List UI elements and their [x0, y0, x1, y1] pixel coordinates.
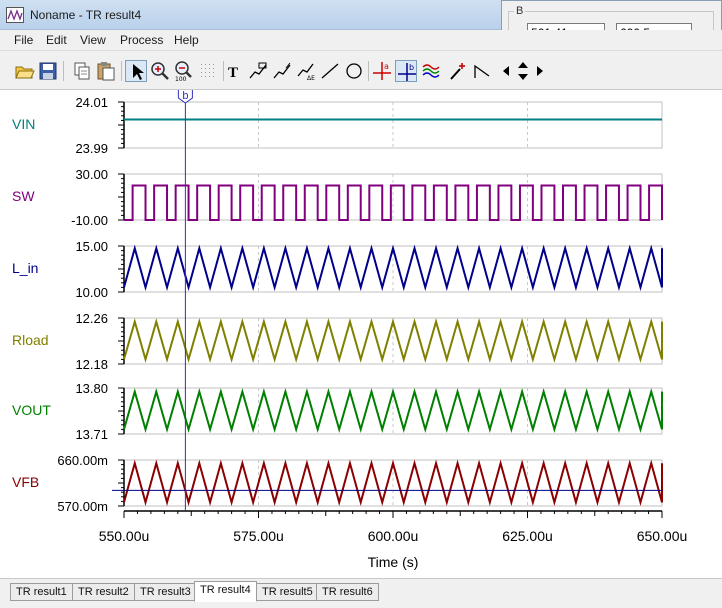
- svg-text:ΔE: ΔE: [307, 75, 315, 82]
- app-icon: [6, 7, 24, 23]
- waveforms-icon[interactable]: [421, 60, 443, 82]
- waveform-chart[interactable]: 24.01 23.99 VIN 30.00 -10.00 SW 15.00 10.00 L_in…: [0, 90, 722, 578]
- curve-label3-icon[interactable]: ΔE: [295, 60, 317, 82]
- menu-file[interactable]: File: [14, 33, 33, 47]
- x-tick-label: 575.00u: [233, 528, 284, 544]
- tab-tr-result5[interactable]: TR result5: [256, 583, 319, 601]
- toolbar: 100 T ΔE a b: [0, 50, 722, 90]
- svg-text:b: b: [409, 63, 414, 72]
- result-tabs: TR result1 TR result2 TR result3 TR resu…: [0, 578, 722, 608]
- x-tick-label: 650.00u: [637, 528, 688, 544]
- vfb-top-label: 660.00m: [57, 453, 108, 468]
- rload-bottom-label: 12.18: [75, 357, 108, 372]
- left-arrow-icon[interactable]: [499, 60, 513, 82]
- sw-top-label: 30.00: [75, 167, 108, 182]
- curve-label2-icon[interactable]: [271, 60, 293, 82]
- cursor-group-label: B: [514, 5, 526, 17]
- x-axis-title: Time (s): [368, 554, 419, 570]
- menu-bar: File Edit View Process Help: [0, 30, 722, 50]
- pointer-icon[interactable]: [125, 60, 147, 82]
- rload-top-label: 12.26: [75, 311, 108, 326]
- tab-tr-result2[interactable]: TR result2: [72, 583, 135, 601]
- menu-edit[interactable]: Edit: [46, 33, 67, 47]
- circle-icon[interactable]: [343, 60, 365, 82]
- svg-text:a: a: [384, 62, 389, 71]
- zoom-out-icon[interactable]: 100: [173, 60, 195, 82]
- sw-bottom-label: -10.00: [71, 213, 108, 228]
- updown-arrow-icon[interactable]: [514, 60, 532, 82]
- text-icon[interactable]: T: [223, 60, 245, 82]
- l-in-bottom-label: 10.00: [75, 285, 108, 300]
- x-tick-label: 625.00u: [502, 528, 553, 544]
- menu-view[interactable]: View: [80, 33, 106, 47]
- tab-tr-result3[interactable]: TR result3: [134, 583, 197, 601]
- l-in-trace-name: L_in: [12, 260, 38, 276]
- copy-icon[interactable]: [71, 60, 93, 82]
- save-icon[interactable]: [37, 60, 59, 82]
- vin-top-label: 24.01: [75, 95, 108, 110]
- grid-icon[interactable]: [197, 60, 219, 82]
- x-tick-label: 550.00u: [99, 528, 150, 544]
- curve-label-icon[interactable]: [247, 60, 269, 82]
- cursor-b-icon[interactable]: b: [395, 60, 417, 82]
- cursor-b-handle-label: b: [182, 90, 188, 102]
- x-tick-label: 600.00u: [368, 528, 419, 544]
- plot-area[interactable]: 24.01 23.99 VIN 30.00 -10.00 SW 15.00 10.00 L_in…: [0, 90, 722, 578]
- vout-top-label: 13.80: [75, 381, 108, 396]
- tab-tr-result1[interactable]: TR result1: [10, 583, 73, 601]
- slope-icon[interactable]: [471, 60, 493, 82]
- l-in-top-label: 15.00: [75, 239, 108, 254]
- paste-icon[interactable]: [95, 60, 117, 82]
- svg-text:100: 100: [175, 76, 187, 82]
- tab-tr-result4[interactable]: TR result4: [194, 581, 257, 602]
- vin-bottom-label: 23.99: [75, 141, 108, 156]
- window-title: Noname - TR result4: [30, 8, 142, 22]
- menu-help[interactable]: Help: [174, 33, 199, 47]
- vout-bottom-label: 13.71: [75, 427, 108, 442]
- open-icon[interactable]: [13, 60, 35, 82]
- marker-icon[interactable]: [447, 60, 469, 82]
- menu-process[interactable]: Process: [120, 33, 163, 47]
- right-arrow-icon[interactable]: [533, 60, 547, 82]
- svg-text:T: T: [228, 65, 238, 81]
- rload-trace-name: Rload: [12, 332, 49, 348]
- vout-trace-name: VOUT: [12, 402, 51, 418]
- vfb-bottom-label: 570.00m: [57, 499, 108, 514]
- tab-tr-result6[interactable]: TR result6: [316, 583, 379, 601]
- cursor-a-icon[interactable]: a: [371, 60, 393, 82]
- line-icon[interactable]: [319, 60, 341, 82]
- vfb-trace-name: VFB: [12, 474, 39, 490]
- sw-trace-name: SW: [12, 188, 35, 204]
- vin-trace-name: VIN: [12, 116, 35, 132]
- zoom-in-icon[interactable]: [149, 60, 171, 82]
